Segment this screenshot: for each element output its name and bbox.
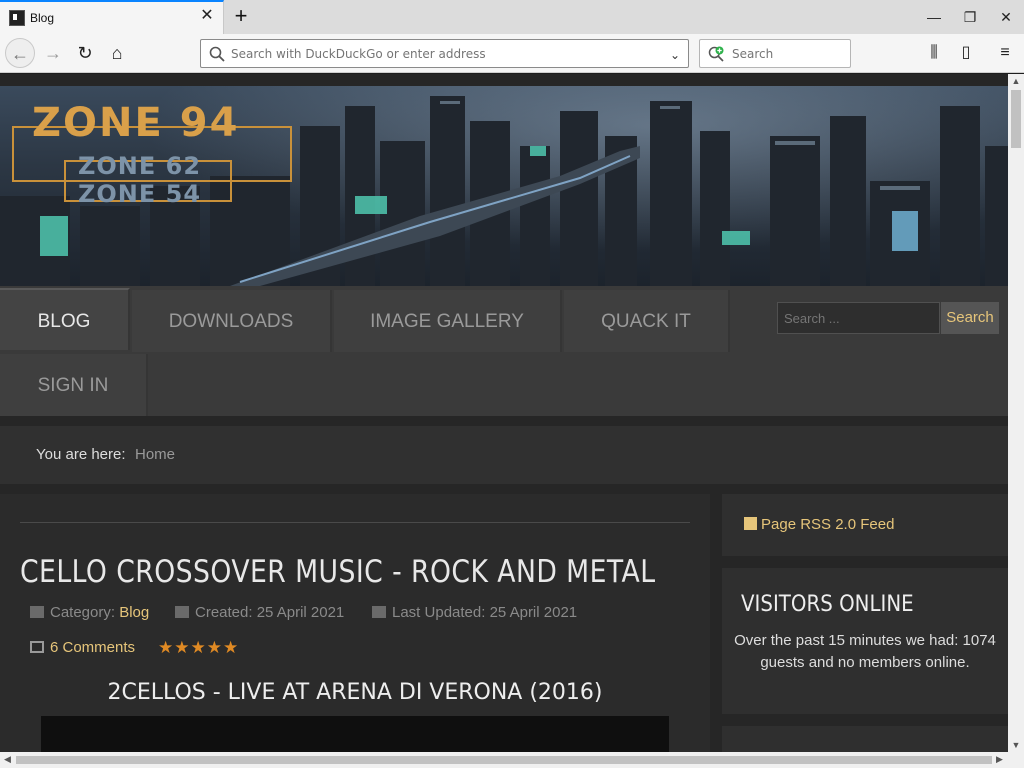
visitors-text: Over the past 15 minutes we had: 1074 gu…	[734, 632, 996, 671]
comments-link[interactable]: 6 Comments	[30, 639, 135, 656]
calendar-icon	[175, 606, 189, 618]
search-icon	[209, 46, 225, 62]
new-tab-icon[interactable]: +	[231, 4, 251, 28]
rss-icon	[744, 517, 757, 530]
scroll-down-icon[interactable]: ▼	[1011, 740, 1021, 750]
created-date: Created: 25 April 2021	[195, 604, 345, 621]
breadcrumb-home-link[interactable]: Home	[135, 446, 175, 463]
tab-bar: Blog ✕ + — ❐ ✕	[0, 0, 1024, 34]
article-updated: Last Updated: 25 April 2021	[372, 604, 577, 621]
category-link[interactable]: Blog	[119, 604, 149, 621]
rss-panel: Page RSS 2.0 Feed	[722, 494, 1008, 556]
calendar-icon	[372, 606, 386, 618]
browser-search-box[interactable]	[699, 39, 851, 68]
site-logo-sub2: ZONE 54	[78, 180, 202, 208]
site-banner: ZONE 94 ZONE 62 ZONE 54	[0, 86, 1008, 286]
scroll-thumb-horizontal[interactable]	[16, 756, 992, 764]
favicon-icon	[9, 10, 25, 26]
menu-icon[interactable]: ≡	[994, 42, 1016, 64]
scroll-left-icon[interactable]: ◀	[4, 754, 11, 765]
site-search-button[interactable]: Search	[941, 302, 999, 334]
category-label: Category:	[50, 604, 116, 621]
menu-item-sign-in[interactable]: SIGN IN	[0, 354, 148, 416]
home-icon[interactable]: ⌂	[102, 38, 132, 68]
menu-item-image-gallery[interactable]: IMAGE GALLERY	[334, 290, 562, 352]
updated-date: Last Updated: 25 April 2021	[392, 604, 578, 621]
address-input[interactable]	[231, 43, 651, 65]
sidebar-panel	[722, 726, 1008, 752]
scroll-up-icon[interactable]: ▲	[1011, 76, 1021, 86]
reload-icon[interactable]: ↻	[70, 38, 100, 68]
library-icon[interactable]: ⫼	[923, 42, 945, 64]
site-logo[interactable]: ZONE 94	[32, 100, 239, 146]
tab-blog[interactable]: Blog ✕	[0, 0, 224, 34]
main-menu: BLOG DOWNLOADS IMAGE GALLERY QUACK IT SI…	[0, 286, 1008, 416]
menu-item-quack-it[interactable]: QUACK IT	[564, 290, 730, 352]
breadcrumb: You are here: Home	[0, 426, 1008, 484]
video-player[interactable]	[41, 716, 669, 752]
article-category: Category: Blog	[30, 604, 149, 621]
site-logo-sub1: ZONE 62	[78, 152, 202, 180]
comment-icon	[30, 641, 44, 653]
browser-search-input[interactable]	[732, 43, 842, 65]
nav-toolbar: ← → ↻ ⌂ ⌄ ⫼ ▯ ≡	[0, 34, 1024, 73]
scroll-right-icon[interactable]: ▶	[996, 754, 1003, 765]
article-created: Created: 25 April 2021	[175, 604, 344, 621]
visitors-panel: VISITORS ONLINE Over the past 15 minutes…	[722, 568, 1008, 714]
rss-label: Page RSS 2.0 Feed	[761, 516, 895, 533]
tab-title: Blog	[30, 11, 55, 25]
rating-stars[interactable]: ★★★★★	[158, 638, 239, 658]
vertical-scrollbar[interactable]: ▲ ▼	[1008, 74, 1024, 752]
minimize-icon[interactable]: —	[916, 0, 952, 34]
article: CELLO CROSSOVER MUSIC - ROCK AND METAL C…	[0, 494, 710, 752]
restore-icon[interactable]: ❐	[952, 0, 988, 34]
divider	[20, 522, 690, 523]
page-viewport: ZONE 94 ZONE 62 ZONE 54 BLOG DOWNLOADS I…	[0, 74, 1008, 752]
rss-link[interactable]: Page RSS 2.0 Feed	[744, 516, 894, 533]
sidebar-icon[interactable]: ▯	[955, 42, 977, 64]
video-title: 2CELLOS - LIVE AT ARENA DI VERONA (2016)	[107, 680, 603, 705]
comments-count: 6 Comments	[50, 639, 136, 656]
folder-icon	[30, 606, 44, 618]
menu-item-blog[interactable]: BLOG	[0, 288, 130, 350]
close-window-icon[interactable]: ✕	[988, 0, 1024, 34]
site-search-input[interactable]	[777, 302, 940, 334]
chevron-down-icon[interactable]: ⌄	[670, 48, 680, 62]
breadcrumb-label: You are here:	[36, 446, 126, 463]
address-bar[interactable]: ⌄	[200, 39, 689, 68]
scroll-thumb[interactable]	[1011, 90, 1021, 148]
search-engine-icon[interactable]	[708, 46, 725, 63]
visitors-title: VISITORS ONLINE	[741, 592, 914, 617]
article-title[interactable]: CELLO CROSSOVER MUSIC - ROCK AND METAL	[20, 554, 655, 590]
horizontal-scrollbar[interactable]: ◀ ▶	[0, 752, 1024, 768]
menu-item-downloads[interactable]: DOWNLOADS	[132, 290, 332, 352]
back-icon[interactable]: ←	[5, 38, 35, 68]
close-tab-icon[interactable]: ✕	[199, 8, 215, 24]
forward-icon[interactable]: →	[38, 38, 68, 68]
